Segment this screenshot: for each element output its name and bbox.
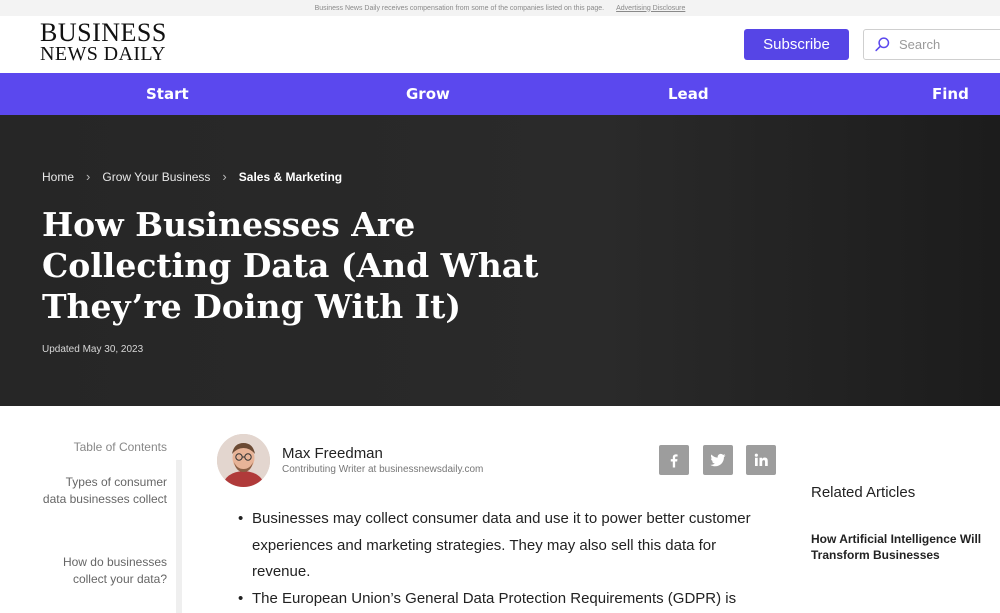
subscribe-button[interactable]: Subscribe: [744, 29, 849, 60]
disclosure-bar: Business News Daily receives compensatio…: [0, 0, 1000, 16]
breadcrumb: Home › Grow Your Business › Sales & Mark…: [42, 169, 342, 184]
search-icon: [875, 37, 890, 52]
toc-item-how-collect[interactable]: How do businesses collect your data?: [40, 554, 167, 588]
nav-item-find[interactable]: Find: [932, 73, 969, 115]
list-item: The European Union’s General Data Protec…: [238, 586, 778, 613]
nav-item-start[interactable]: Start: [146, 73, 189, 115]
site-header: BUSINESS NEWS DAILY Subscribe: [0, 16, 1000, 73]
list-item: Businesses may collect consumer data and…: [238, 506, 778, 586]
breadcrumb-home[interactable]: Home: [42, 170, 74, 184]
article-body: Table of Contents Types of consumer data…: [0, 406, 1000, 613]
main-nav: Start Grow Lead Find: [0, 73, 1000, 115]
nav-item-lead[interactable]: Lead: [668, 73, 709, 115]
key-takeaways-list: Businesses may collect consumer data and…: [238, 506, 778, 612]
site-logo[interactable]: BUSINESS NEWS DAILY: [40, 18, 167, 65]
related-articles-title: Related Articles: [811, 484, 916, 501]
facebook-icon: [670, 454, 678, 468]
chevron-right-icon: ›: [86, 169, 91, 184]
breadcrumb-sales-marketing[interactable]: Sales & Marketing: [239, 170, 342, 184]
search-input[interactable]: [899, 37, 999, 52]
toc-title: Table of Contents: [73, 440, 167, 454]
avatar-image: [217, 434, 270, 487]
logo-line-1: BUSINESS: [40, 18, 167, 47]
author-role: Contributing Writer at businessnewsdaily…: [282, 464, 484, 475]
facebook-share-button[interactable]: [659, 445, 689, 475]
disclosure-text: Business News Daily receives compensatio…: [314, 4, 605, 12]
toc-progress-bar: [176, 460, 182, 613]
search-box[interactable]: [863, 29, 1000, 60]
page-title: How Businesses Are Collecting Data (And …: [42, 205, 539, 326]
nav-item-grow[interactable]: Grow: [406, 73, 450, 115]
article-hero: Home › Grow Your Business › Sales & Mark…: [0, 115, 1000, 406]
twitter-icon: [710, 453, 726, 467]
chevron-right-icon: ›: [222, 169, 227, 184]
advertising-disclosure-link[interactable]: Advertising Disclosure: [616, 5, 685, 12]
breadcrumb-grow-your-business[interactable]: Grow Your Business: [102, 170, 210, 184]
twitter-share-button[interactable]: [703, 445, 733, 475]
author-name[interactable]: Max Freedman: [282, 445, 383, 462]
updated-date: Updated May 30, 2023: [42, 344, 144, 355]
toc-item-types-of-data[interactable]: Types of consumer data businesses collec…: [40, 474, 167, 508]
linkedin-share-button[interactable]: [746, 445, 776, 475]
logo-line-2: NEWS DAILY: [40, 42, 166, 65]
author-avatar[interactable]: [217, 434, 270, 487]
related-article-link[interactable]: How Artificial Intelligence Will Transfo…: [811, 531, 996, 563]
linkedin-icon: [754, 453, 768, 466]
